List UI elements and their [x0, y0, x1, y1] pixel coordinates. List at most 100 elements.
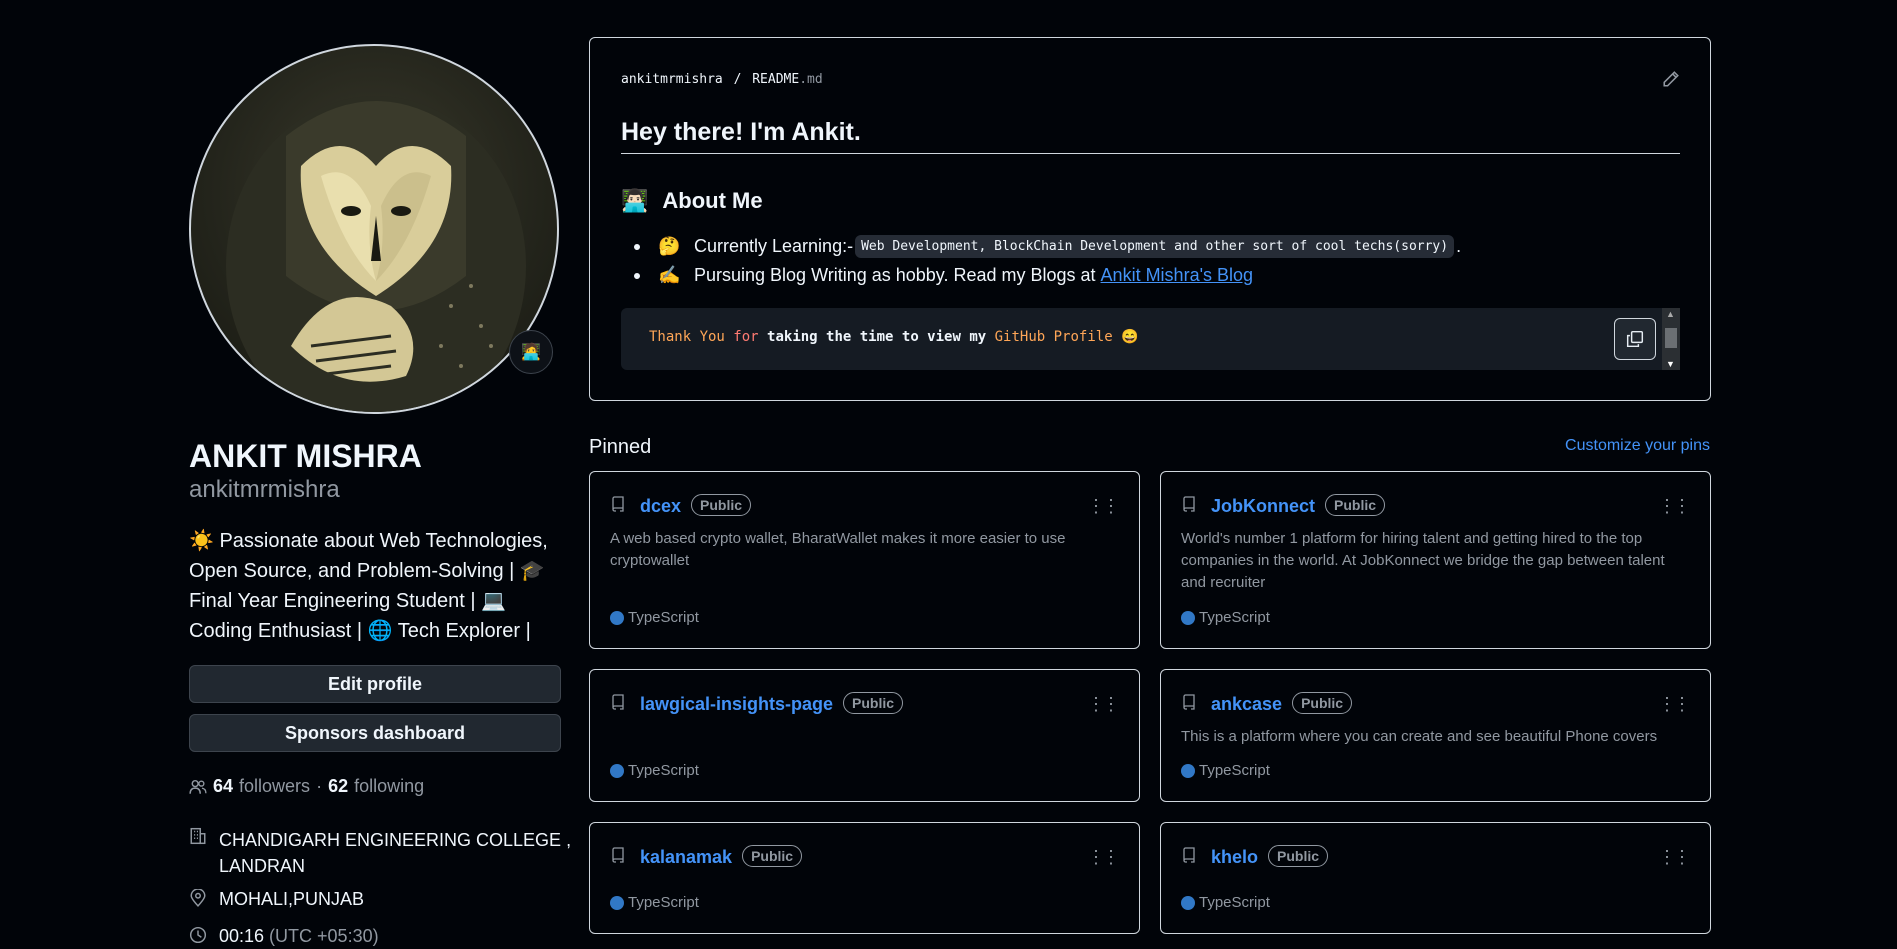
code-emoji: 😄 [1121, 329, 1139, 345]
readme-file: README [752, 72, 800, 87]
profile-bio: ☀️ Passionate about Web Technologies, Op… [189, 530, 548, 642]
visibility-badge: Public [843, 692, 904, 714]
language-color-dot [1181, 763, 1195, 778]
pinned-repo-card: lawgical-insights-page Public ⋮⋮ TypeScri… [589, 669, 1140, 802]
code-scrollbar[interactable]: ▲ ▼ [1662, 308, 1680, 370]
visibility-badge: Public [742, 845, 803, 867]
drag-handle-icon[interactable]: ⋮⋮ [1087, 847, 1120, 868]
repo-name-link[interactable]: ankcase Public [1211, 692, 1353, 715]
owl-illustration [226, 96, 526, 412]
drag-handle-icon[interactable]: ⋮⋮ [1087, 496, 1120, 517]
code-github-profile: GitHub Profile [994, 329, 1113, 345]
drag-handle-icon[interactable]: ⋮⋮ [1087, 694, 1120, 715]
blog-text: Pursuing Blog Writing as hobby. Read my … [694, 265, 1096, 285]
pinned-repo-card: dcex Public ⋮⋮ A web based crypto wallet,… [589, 471, 1140, 649]
repo-icon [610, 847, 626, 868]
visibility-badge: Public [1292, 692, 1353, 714]
visibility-badge: Public [691, 494, 752, 516]
repo-language: TypeScript [1181, 894, 1270, 911]
learning-list-item: 🤔 Currently Learning:- Web Development, … [634, 235, 1461, 258]
following-link[interactable]: 62 following [328, 776, 424, 797]
profile-readme: ankitmrmishra / README.md Hey there! I'm… [589, 37, 1711, 401]
pinned-repo-card: ankcase Public ⋮⋮ This is a platform wher… [1160, 669, 1711, 802]
repo-icon [1181, 694, 1197, 715]
followers-link[interactable]: 64 followers [213, 776, 310, 797]
organization-icon [189, 827, 219, 879]
drag-handle-icon[interactable]: ⋮⋮ [1658, 496, 1691, 517]
scroll-down-arrow-icon[interactable]: ▼ [1666, 359, 1675, 369]
code-middle: taking the time to view my [767, 329, 987, 345]
location-text: MOHALI,PUNJAB [219, 889, 365, 909]
repo-name-link[interactable]: dcex Public [640, 494, 752, 517]
repo-name-link[interactable]: khelo Public [1211, 845, 1329, 868]
location-icon [189, 888, 219, 912]
profile-name: ANKIT MISHRA [189, 438, 422, 474]
copy-icon [1626, 330, 1644, 348]
followers-count: 64 [213, 776, 234, 796]
organization-name-line2: LANDRAN [219, 856, 306, 876]
language-color-dot [610, 610, 624, 625]
avatar[interactable] [189, 44, 559, 414]
readme-heading: Hey there! I'm Ankit. [621, 118, 861, 146]
status-emoji: 🧑‍💻 [521, 344, 541, 361]
drag-handle-icon[interactable]: ⋮⋮ [1658, 847, 1691, 868]
repo-description: This is a platform where you can create … [1181, 728, 1658, 745]
readme-owner-link[interactable]: ankitmrmishra [621, 72, 723, 87]
thinking-emoji: 🤔 [658, 236, 681, 256]
language-color-dot [610, 895, 624, 910]
profile-username: ankitmrmishra [189, 476, 340, 503]
repo-name-link[interactable]: kalanamak Public [640, 845, 803, 868]
pinned-repo-card: JobKonnect Public ⋮⋮ World's number 1 pla… [1160, 471, 1711, 649]
scroll-up-arrow-icon[interactable]: ▲ [1666, 309, 1675, 319]
pinned-repo-card: kalanamak Public ⋮⋮ TypeScript [589, 822, 1140, 934]
language-color-dot [610, 763, 624, 778]
edit-profile-button[interactable]: Edit profile [189, 665, 561, 703]
learning-period: . [1456, 236, 1462, 256]
repo-language: TypeScript [1181, 609, 1270, 626]
repo-language: TypeScript [610, 609, 699, 626]
readme-ext: .md [799, 72, 823, 87]
people-icon [189, 779, 207, 794]
edit-readme-pencil-icon[interactable] [1662, 70, 1680, 94]
repo-icon [1181, 496, 1197, 517]
repo-icon [610, 496, 626, 517]
visibility-badge: Public [1268, 845, 1329, 867]
organization-name: CHANDIGARH ENGINEERING COLLEGE , [219, 830, 572, 850]
organization: CHANDIGARH ENGINEERING COLLEGE , LANDRAN [189, 827, 571, 879]
repo-name-link[interactable]: lawgical-insights-page Public [640, 692, 904, 715]
followers-label: followers [239, 776, 311, 796]
writing-hand-emoji: ✍️ [658, 265, 681, 285]
blog-list-item: ✍️ Pursuing Blog Writing as hobby. Read … [634, 265, 1253, 286]
customize-pins-link[interactable]: Customize your pins [1565, 437, 1710, 455]
code-text: Thank You for taking the time to view my… [649, 329, 1139, 345]
pinned-repo-card: khelo Public ⋮⋮ TypeScript [1160, 822, 1711, 934]
blog-link[interactable]: Ankit Mishra's Blog [1101, 265, 1254, 286]
repo-description: World's number 1 platform for hiring tal… [1181, 530, 1665, 591]
code-block: Thank You for taking the time to view my… [621, 308, 1680, 370]
repo-name-link[interactable]: JobKonnect Public [1211, 494, 1386, 517]
code-thank-you: Thank You [649, 329, 725, 345]
repo-language: TypeScript [610, 894, 699, 911]
follow-separator: · [316, 776, 323, 796]
drag-handle-icon[interactable]: ⋮⋮ [1658, 694, 1691, 715]
repo-language: TypeScript [1181, 762, 1270, 779]
scroll-thumb[interactable] [1665, 328, 1677, 348]
following-count: 62 [328, 776, 349, 796]
readme-breadcrumb: ankitmrmishra / README.md [621, 72, 823, 87]
copy-button[interactable] [1614, 318, 1656, 360]
repo-icon [1181, 847, 1197, 868]
about-me-heading: 👨🏻‍💻 About Me [621, 188, 763, 214]
set-status-button[interactable]: 🧑‍💻 [509, 330, 553, 374]
repo-icon [610, 694, 626, 715]
location: MOHALI,PUNJAB [189, 888, 365, 912]
technologist-emoji: 👨🏻‍💻 [621, 188, 649, 213]
language-color-dot [1181, 610, 1195, 625]
about-me-label: About Me [662, 188, 763, 213]
learning-text: Currently Learning:- [694, 236, 854, 256]
follow-stats: 64 followers · 62 following [189, 776, 424, 797]
sponsors-dashboard-button[interactable]: Sponsors dashboard [189, 714, 561, 752]
code-for: for [733, 329, 759, 345]
repo-language: TypeScript [610, 762, 699, 779]
bullet [634, 272, 640, 279]
following-label: following [354, 776, 425, 796]
